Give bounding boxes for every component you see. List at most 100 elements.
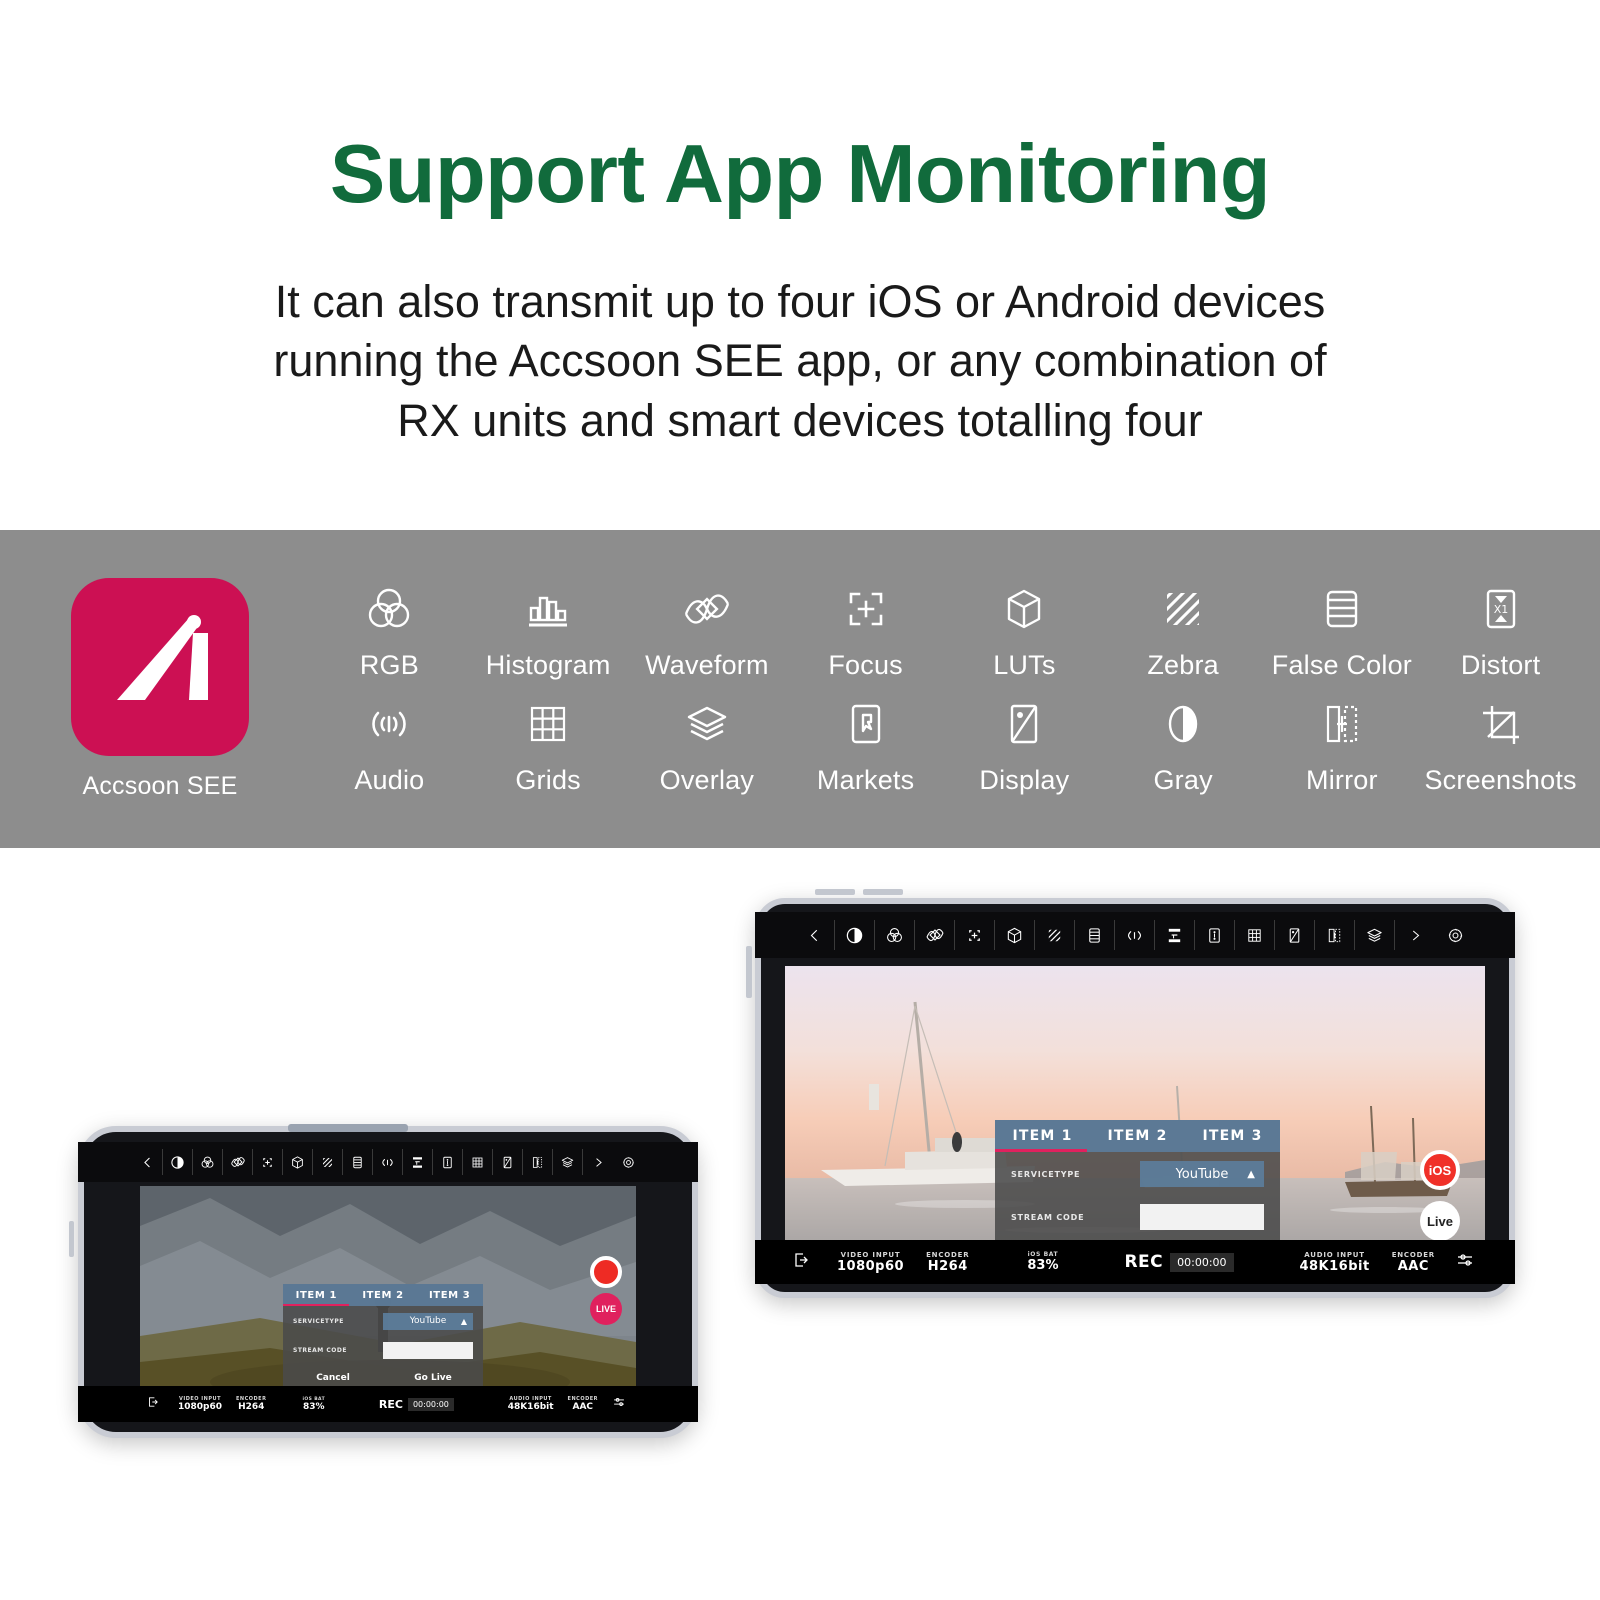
toolbar-histogram-icon[interactable] xyxy=(403,1149,433,1175)
phone-audio-input: AUDIO INPUT 48K16bit xyxy=(508,1396,554,1412)
toolbar-cube-icon[interactable] xyxy=(283,1149,313,1175)
toolbar-false-color-bars-icon[interactable] xyxy=(343,1149,373,1175)
servicetype-dropdown[interactable]: YouTube ▲ xyxy=(383,1312,473,1330)
battery-caption: iOS BAT xyxy=(1027,1251,1059,1258)
toolbar-display-icon[interactable] xyxy=(493,1149,523,1175)
toolbar-layers-icon[interactable] xyxy=(553,1149,583,1175)
tablet-top-button-2[interactable] xyxy=(863,889,903,895)
toolbar-waveform-icon[interactable] xyxy=(223,1149,253,1175)
subtitle-line-3: RX units and smart devices totalling fou… xyxy=(397,394,1203,446)
toolbar-mirror-icon[interactable] xyxy=(523,1149,553,1175)
dialog-active-tab-indicator xyxy=(995,1149,1087,1152)
tablet-audio-input: AUDIO INPUT 48K16bit xyxy=(1299,1251,1369,1274)
false-color-bars-icon xyxy=(1315,582,1369,636)
toolbar-histogram-icon[interactable] xyxy=(1155,920,1195,950)
toolbar-back-arrow-icon[interactable] xyxy=(133,1149,163,1175)
phone-speaker xyxy=(288,1124,408,1132)
feature-zebra[interactable]: Zebra xyxy=(1104,582,1263,681)
toolbar-grid-icon[interactable] xyxy=(1235,920,1275,950)
toolbar-play-arrow-icon[interactable] xyxy=(1395,920,1435,950)
toolbar-gear-icon[interactable] xyxy=(613,1149,643,1175)
mirror-icon xyxy=(1315,697,1369,751)
tablet-ios-badge[interactable]: iOS xyxy=(1420,1150,1460,1190)
toolbar-play-arrow-icon[interactable] xyxy=(583,1149,613,1175)
toolbar-mirror-icon[interactable] xyxy=(1315,920,1355,950)
audio-input-value: 48K16bit xyxy=(507,1402,554,1412)
feature-mirror[interactable]: Mirror xyxy=(1263,697,1422,796)
phone-device: ITEM 1 ITEM 2 ITEM 3 SERVICETYPE YouTube… xyxy=(69,1124,698,1438)
video-input-value: 1080p60 xyxy=(178,1402,223,1412)
streamcode-input[interactable] xyxy=(1140,1204,1264,1230)
feature-display[interactable]: Display xyxy=(945,697,1104,796)
feature-rgb[interactable]: RGB xyxy=(310,582,469,681)
toolbar-marker-pin-icon[interactable] xyxy=(1195,920,1235,950)
phone-video-input: VIDEO INPUT 1080p60 xyxy=(178,1396,222,1412)
toolbar-rgb-circles-icon[interactable] xyxy=(193,1149,223,1175)
toolbar-gear-icon[interactable] xyxy=(1435,920,1475,950)
toolbar-contrast-icon[interactable] xyxy=(163,1149,193,1175)
feature-waveform[interactable]: Waveform xyxy=(628,582,787,681)
feature-grids[interactable]: Grids xyxy=(469,697,628,796)
feature-screenshots[interactable]: Screenshots xyxy=(1421,697,1580,796)
feature-label: RGB xyxy=(359,650,419,680)
toolbar-focus-brackets-icon[interactable] xyxy=(955,920,995,950)
toolbar-zebra-stripes-icon[interactable] xyxy=(313,1149,343,1175)
rgb-circles-icon xyxy=(362,582,416,636)
phone-volume-button[interactable] xyxy=(69,1221,74,1257)
feature-gray[interactable]: Gray xyxy=(1104,697,1263,796)
exit-icon[interactable] xyxy=(791,1250,815,1275)
toolbar-contrast-icon[interactable] xyxy=(835,920,875,950)
sliders-icon[interactable] xyxy=(1455,1250,1479,1275)
tablet-rec-indicator: REC 00:00:00 xyxy=(1124,1252,1234,1272)
exit-icon[interactable] xyxy=(146,1395,164,1414)
toolbar-rgb-circles-icon[interactable] xyxy=(875,920,915,950)
feature-label: False Color xyxy=(1271,650,1412,680)
feature-histogram[interactable]: Histogram xyxy=(469,582,628,681)
phone-streamcode-row: STREAM CODE xyxy=(283,1336,483,1364)
feature-luts[interactable]: LUTs xyxy=(945,582,1104,681)
toolbar-waveform-icon[interactable] xyxy=(915,920,955,950)
toolbar-display-icon[interactable] xyxy=(1275,920,1315,950)
toolbar-false-color-bars-icon[interactable] xyxy=(1075,920,1115,950)
toolbar-grid-icon[interactable] xyxy=(463,1149,493,1175)
sliders-icon[interactable] xyxy=(612,1395,630,1414)
phone-record-button[interactable] xyxy=(590,1256,622,1288)
feature-overlay[interactable]: Overlay xyxy=(628,697,787,796)
feature-distort[interactable]: X1 Distort xyxy=(1421,582,1580,681)
feature-label: Grids xyxy=(515,765,581,795)
audio-encoder-caption: ENCODER xyxy=(1391,1250,1435,1259)
streamcode-input[interactable] xyxy=(383,1341,473,1359)
tablet-video-encoder: ENCODER H264 xyxy=(926,1251,969,1274)
toolbar-layers-icon[interactable] xyxy=(1355,920,1395,950)
dialog-tab-item2[interactable]: ITEM 2 xyxy=(1090,1120,1185,1152)
tablet-side-button[interactable] xyxy=(746,946,752,998)
phone-live-badge[interactable]: LIVE xyxy=(590,1293,622,1325)
tablet-live-badge[interactable]: Live xyxy=(1420,1201,1460,1241)
dialog-tab-item3[interactable]: ITEM 3 xyxy=(1185,1120,1280,1152)
servicetype-label: SERVICETYPE xyxy=(1011,1169,1081,1179)
feature-false-color[interactable]: False Color xyxy=(1263,582,1422,681)
toolbar-audio-waves-icon[interactable] xyxy=(1115,920,1155,950)
toolbar-marker-pin-icon[interactable] xyxy=(433,1149,463,1175)
feature-audio[interactable]: Audio xyxy=(310,697,469,796)
tablet-top-button-1[interactable] xyxy=(815,889,855,895)
feature-markets[interactable]: Markets xyxy=(786,697,945,796)
tablet-toolbar[interactable] xyxy=(755,912,1515,958)
toolbar-zebra-stripes-icon[interactable] xyxy=(1035,920,1075,950)
phone-toolbar[interactable] xyxy=(78,1142,698,1182)
phone-battery: iOS BAT 83% xyxy=(302,1397,325,1412)
toolbar-focus-brackets-icon[interactable] xyxy=(253,1149,283,1175)
toolbar-back-arrow-icon[interactable] xyxy=(795,920,835,950)
display-icon xyxy=(997,697,1051,751)
dialog-tab-item1[interactable]: ITEM 1 xyxy=(995,1120,1090,1152)
dialog-tab-item2[interactable]: ITEM 2 xyxy=(350,1284,417,1306)
tablet-audio-encoder: ENCODER AAC xyxy=(1392,1251,1435,1274)
feature-focus[interactable]: Focus xyxy=(786,582,945,681)
toolbar-cube-icon[interactable] xyxy=(995,920,1035,950)
servicetype-dropdown[interactable]: YouTube ▲ xyxy=(1140,1161,1264,1187)
dialog-tab-item3[interactable]: ITEM 3 xyxy=(416,1284,483,1306)
toolbar-audio-waves-icon[interactable] xyxy=(373,1149,403,1175)
dialog-tab-item1[interactable]: ITEM 1 xyxy=(283,1284,350,1306)
rec-time: 00:00:00 xyxy=(407,1397,454,1411)
feature-label: LUTs xyxy=(993,650,1056,680)
